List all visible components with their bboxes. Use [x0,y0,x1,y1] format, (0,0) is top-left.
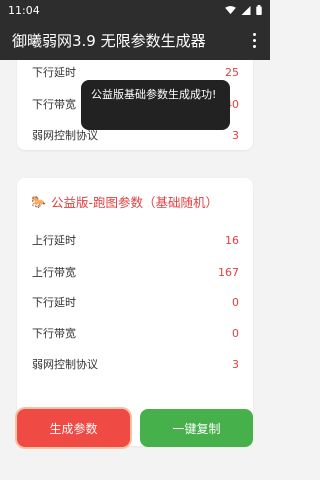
param-row: 下行延时 0 [32,292,239,312]
card-header: 🐎 公益版-跑图参数（基础随机） [31,192,218,211]
param-value: 3 [232,357,239,371]
signal-icon [241,5,251,15]
param-row: 弱网控制协议 3 [32,354,239,374]
param-label: 弱网控制协议 [32,358,98,371]
overflow-menu-icon[interactable] [249,29,260,52]
param-label: 下行延时 [32,296,76,309]
run-params-card: 🐎 公益版-跑图参数（基础随机） 上行延时 16 上行带宽 167 下行延时 0… [17,178,253,446]
param-value: 25 [225,65,239,79]
status-icons [225,5,262,15]
param-label: 下行延时 [32,66,76,79]
horse-emoji-icon: 🐎 [31,194,46,209]
app-bar: 御曦弱网3.9 无限参数生成器 [0,20,270,60]
wifi-icon [225,5,236,14]
param-value: 167 [218,265,239,279]
param-row: 下行延时 25 [32,62,239,82]
status-time: 11:04 [8,3,40,17]
param-label: 下行带宽 [32,327,76,340]
app-title: 御曦弱网3.9 无限参数生成器 [12,31,206,50]
param-row: 下行带宽 0 [32,323,239,343]
card-title: 公益版-跑图参数（基础随机） [50,195,218,210]
param-label: 上行带宽 [32,266,76,279]
battery-icon [256,5,262,15]
status-bar: 11:04 [0,0,270,20]
param-label: 下行带宽 [32,98,76,111]
bottom-spacer [0,462,270,480]
param-value: 0 [232,295,239,309]
param-row: 上行带宽 167 [32,262,239,282]
param-value: 0 [232,326,239,340]
param-value: 3 [232,128,239,142]
copy-button[interactable]: 一键复制 [140,409,253,447]
generate-button[interactable]: 生成参数 [17,409,130,447]
param-value: 16 [225,233,239,247]
param-row: 上行延时 16 [32,230,239,250]
param-label: 上行延时 [32,234,76,247]
toast-message: 公益版基础参数生成成功! [81,80,230,130]
